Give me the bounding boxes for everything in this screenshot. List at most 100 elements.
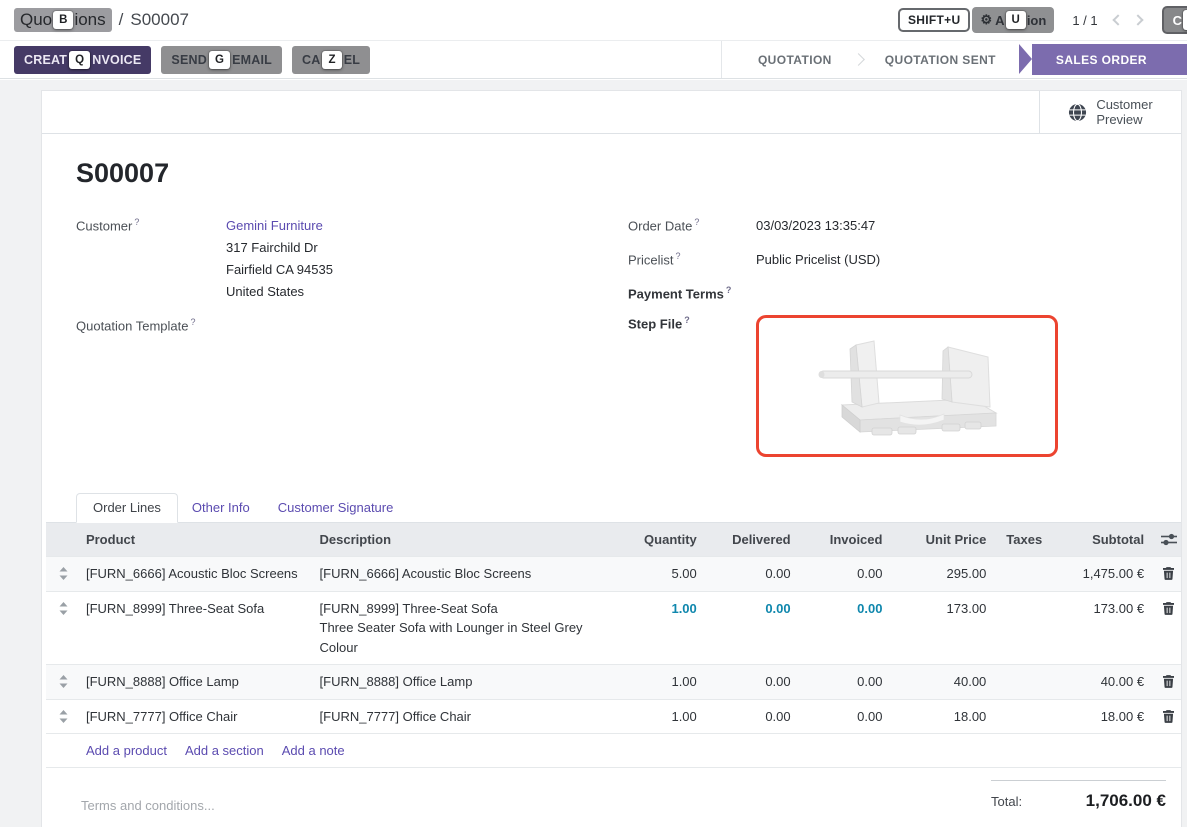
- add-a-section-link[interactable]: Add a section: [185, 743, 264, 758]
- header-description[interactable]: Description: [310, 523, 617, 556]
- table-row[interactable]: [FURN_8888] Office Lamp [FURN_8888] Offi…: [46, 664, 1181, 699]
- cell-quantity[interactable]: 5.00: [617, 557, 707, 591]
- order-date-value[interactable]: 03/03/2023 13:35:47: [756, 215, 875, 237]
- tab-other-info[interactable]: Other Info: [178, 494, 264, 522]
- cut-off-button[interactable]: C: [1162, 6, 1187, 34]
- add-a-product-link[interactable]: Add a product: [86, 743, 167, 758]
- header-product[interactable]: Product: [76, 523, 310, 556]
- field-groups: Customer? Gemini Furniture 317 Fairchild…: [76, 215, 1147, 469]
- cell-delivered[interactable]: 0.00: [707, 665, 801, 699]
- record-title[interactable]: S00007: [76, 158, 1147, 189]
- table-row[interactable]: [FURN_7777] Office Chair [FURN_7777] Off…: [46, 699, 1181, 734]
- action-label-pre: A: [995, 13, 1004, 28]
- cell-invoiced[interactable]: 0.00: [801, 665, 893, 699]
- cell-taxes[interactable]: [996, 592, 1042, 606]
- cell-description[interactable]: [FURN_8999] Three-Seat Sofa Three Seater…: [310, 592, 617, 665]
- cell-product[interactable]: [FURN_7777] Office Chair: [76, 700, 310, 734]
- cell-product[interactable]: [FURN_8888] Office Lamp: [76, 665, 310, 699]
- stage-quotation-sent[interactable]: QUOTATION SENT: [865, 44, 1016, 75]
- cell-taxes[interactable]: [996, 557, 1042, 571]
- breadcrumb-quotations-link[interactable]: Quo B ions: [14, 8, 112, 32]
- help-icon: ?: [134, 217, 139, 227]
- terms-and-conditions-input[interactable]: Terms and conditions...: [81, 798, 215, 813]
- help-icon: ?: [676, 251, 681, 261]
- breadcrumb-quotations-text-post: ions: [74, 10, 105, 30]
- form-sheet: Customer Preview S00007 Customer?: [41, 90, 1182, 827]
- step-file-3d-part: [782, 327, 1032, 445]
- create-invoice-button[interactable]: CREAT Q NVOICE: [14, 46, 151, 74]
- table-header-row: Product Description Quantity Delivered I…: [46, 522, 1181, 556]
- delete-row-icon[interactable]: [1154, 557, 1181, 580]
- table-row[interactable]: [FURN_6666] Acoustic Bloc Screens [FURN_…: [46, 556, 1181, 591]
- cell-delivered[interactable]: 0.00: [707, 592, 801, 626]
- header-handle-column: [46, 523, 76, 556]
- create-invoice-label-pre: CREAT: [24, 53, 67, 67]
- drag-handle-icon[interactable]: [46, 592, 76, 615]
- cell-subtotal: 18.00 €: [1042, 700, 1154, 734]
- action-menu-button[interactable]: ⚙ A U ion: [972, 7, 1054, 33]
- breadcrumb-current: S00007: [130, 10, 189, 30]
- cell-subtotal: 173.00 €: [1042, 592, 1154, 626]
- cell-unit-price[interactable]: 18.00: [892, 700, 996, 734]
- cell-quantity[interactable]: 1.00: [617, 592, 707, 626]
- cell-unit-price[interactable]: 173.00: [892, 592, 996, 626]
- drag-handle-icon[interactable]: [46, 557, 76, 580]
- drag-handle-icon[interactable]: [46, 700, 76, 723]
- customer-link[interactable]: Gemini Furniture: [226, 215, 333, 237]
- top-navigation-bar: Quo B ions / S00007 SHIFT+U ⚙ A U ion 1 …: [0, 0, 1187, 40]
- step-file-label: Step File?: [628, 313, 756, 457]
- drag-handle-icon[interactable]: [46, 665, 76, 688]
- pricelist-value[interactable]: Public Pricelist (USD): [756, 249, 880, 271]
- gear-icon: ⚙: [980, 12, 992, 28]
- add-a-note-link[interactable]: Add a note: [282, 743, 345, 758]
- header-subtotal[interactable]: Subtotal: [1042, 523, 1154, 556]
- header-delivered[interactable]: Delivered: [707, 523, 801, 556]
- list-add-links: Add a product Add a section Add a note: [46, 733, 1181, 768]
- cell-quantity[interactable]: 1.00: [617, 665, 707, 699]
- pager-previous-icon[interactable]: [1112, 14, 1123, 25]
- delete-row-icon[interactable]: [1154, 592, 1181, 615]
- cancel-label-pre: CA: [302, 53, 320, 67]
- stage-quotation[interactable]: QUOTATION: [738, 44, 852, 75]
- pricelist-field-row: Pricelist? Public Pricelist (USD): [628, 249, 1147, 271]
- cell-taxes[interactable]: [996, 665, 1042, 679]
- pager-next-icon[interactable]: [1132, 14, 1143, 25]
- header-quantity[interactable]: Quantity: [617, 523, 707, 556]
- cancel-button[interactable]: CA Z EL: [292, 46, 370, 74]
- cell-quantity[interactable]: 1.00: [617, 700, 707, 734]
- cell-taxes[interactable]: [996, 700, 1042, 714]
- header-unit-price[interactable]: Unit Price: [892, 523, 996, 556]
- cell-delivered[interactable]: 0.00: [707, 557, 801, 591]
- cell-unit-price[interactable]: 40.00: [892, 665, 996, 699]
- send-email-button[interactable]: SEND G EMAIL: [161, 46, 282, 74]
- hint-badge-b: B: [53, 11, 73, 29]
- cell-invoiced[interactable]: 0.00: [801, 700, 893, 734]
- breadcrumb: Quo B ions / S00007: [14, 8, 189, 32]
- delete-row-icon[interactable]: [1154, 700, 1181, 723]
- cell-product[interactable]: [FURN_6666] Acoustic Bloc Screens: [76, 557, 310, 591]
- cell-product[interactable]: [FURN_8999] Three-Seat Sofa: [76, 592, 310, 626]
- hint-badge-z: Z: [322, 51, 341, 69]
- send-email-label-post: EMAIL: [232, 53, 272, 67]
- table-row[interactable]: [FURN_8999] Three-Seat Sofa [FURN_8999] …: [46, 591, 1181, 665]
- cell-invoiced[interactable]: 0.00: [801, 592, 893, 626]
- record-pager: 1 / 1: [1072, 13, 1097, 28]
- delete-row-icon[interactable]: [1154, 665, 1181, 688]
- cell-description[interactable]: [FURN_8888] Office Lamp: [310, 665, 617, 699]
- cell-invoiced[interactable]: 0.00: [801, 557, 893, 591]
- stage-sales-order[interactable]: SALES ORDER: [1032, 44, 1187, 75]
- customer-preview-button[interactable]: Customer Preview: [1039, 91, 1181, 133]
- cell-delivered[interactable]: 0.00: [707, 700, 801, 734]
- optional-columns-icon[interactable]: [1154, 523, 1181, 556]
- cell-unit-price[interactable]: 295.00: [892, 557, 996, 591]
- hint-badge-u: U: [1006, 11, 1026, 29]
- tab-order-lines[interactable]: Order Lines: [76, 493, 178, 523]
- header-invoiced[interactable]: Invoiced: [801, 523, 893, 556]
- tab-customer-signature[interactable]: Customer Signature: [264, 494, 408, 522]
- cell-description[interactable]: [FURN_6666] Acoustic Bloc Screens: [310, 557, 617, 591]
- step-file-image[interactable]: [756, 315, 1058, 457]
- step-file-field-row: Step File?: [628, 313, 1147, 457]
- cell-description[interactable]: [FURN_7777] Office Chair: [310, 700, 617, 734]
- statusbar: QUOTATION QUOTATION SENT SALES ORDER: [721, 41, 1187, 78]
- header-taxes[interactable]: Taxes: [996, 523, 1042, 556]
